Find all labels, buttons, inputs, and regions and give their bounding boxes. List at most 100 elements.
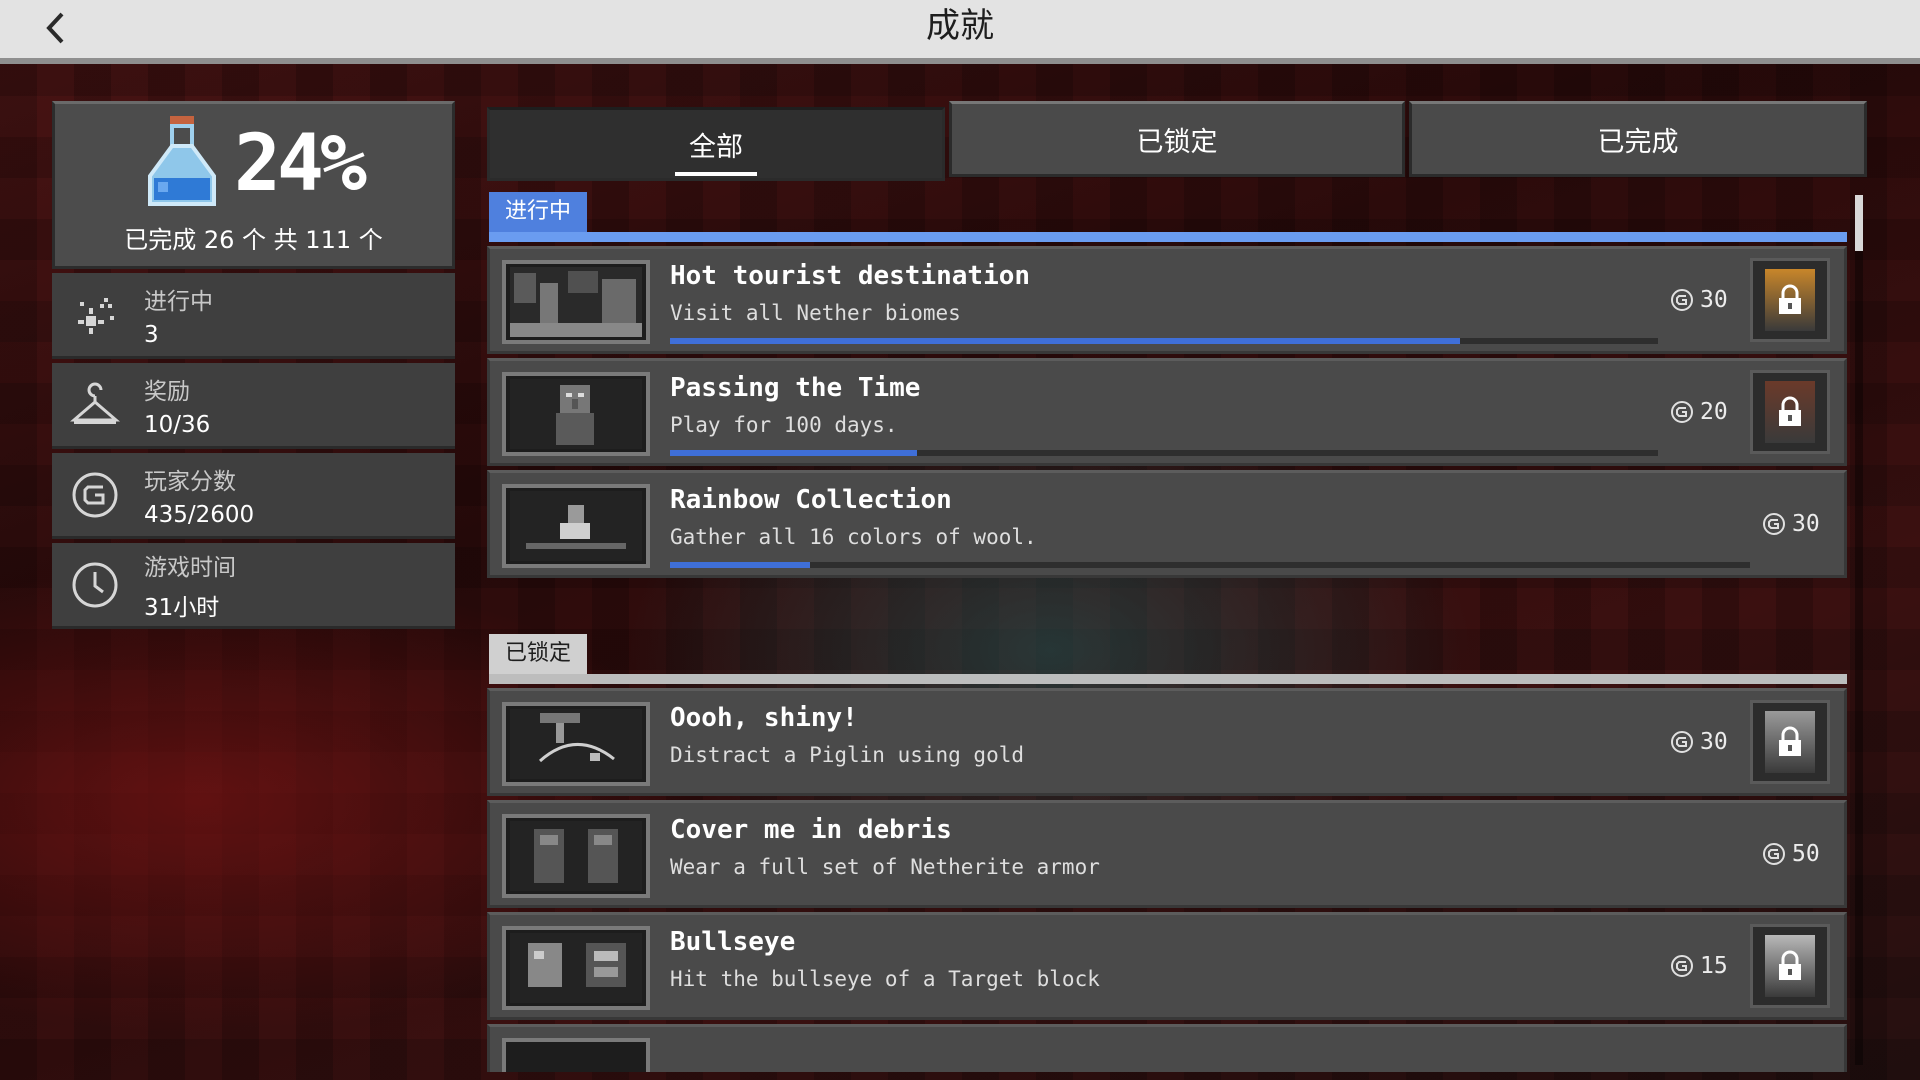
stats-panel: 24% 已完成 26 个 共 111 个 进行中 3 奖励 10/36 玩家分数… (52, 101, 455, 629)
scroll-thumb[interactable] (1855, 195, 1863, 251)
reward-preview[interactable] (1750, 700, 1830, 784)
points: 50 (1762, 803, 1820, 905)
section-locked: 已锁定 (487, 628, 1847, 684)
list-scrollbar[interactable] (1855, 195, 1863, 1065)
stat-in-progress: 进行中 3 (52, 273, 455, 359)
achievement-thumbnail (502, 814, 650, 898)
points: 30 (1670, 249, 1728, 351)
progress-bar (670, 562, 1750, 568)
achievement-item[interactable]: Oooh, shiny! Distract a Piglin using gol… (487, 688, 1847, 796)
points-value: 30 (1700, 729, 1728, 755)
points: 15 (1670, 915, 1728, 1017)
points-value: 30 (1700, 287, 1728, 313)
progress-bar (670, 450, 1658, 456)
gamerscore-icon (1671, 731, 1693, 753)
achievement-title: Passing the Time (670, 373, 921, 403)
points-value: 50 (1792, 841, 1820, 867)
achievement-thumbnail (502, 1038, 650, 1072)
piglin-gold-icon (510, 709, 642, 779)
achievement-item[interactable]: Rainbow Collection Gather all 16 colors … (487, 470, 1847, 578)
section-label: 进行中 (489, 192, 588, 232)
stat-value: 10/36 (144, 411, 211, 438)
clock-icon (72, 562, 118, 607)
points: 20 (1670, 361, 1728, 463)
reward-preview[interactable] (1750, 258, 1830, 342)
achievement-item[interactable]: Passing the Time Play for 100 days. 20 (487, 358, 1847, 466)
target-block-icon (510, 933, 642, 1003)
tab-label: 已完成 (1597, 126, 1679, 158)
section-label: 已锁定 (489, 634, 588, 674)
points-value: 15 (1700, 953, 1728, 979)
lock-icon (1779, 950, 1801, 980)
achievement-description: Distract a Piglin using gold (670, 743, 1025, 767)
gamerscore-icon (1671, 955, 1693, 977)
gamerscore-icon (72, 472, 118, 517)
points: 30 (1762, 473, 1820, 575)
sparkle-icon (78, 297, 114, 334)
tab-completed[interactable]: 已完成 (1409, 101, 1867, 177)
progress-fill (670, 450, 917, 456)
points-value: 20 (1700, 399, 1728, 425)
achievement-description: Visit all Nether biomes (670, 301, 961, 325)
achievement-item-partial[interactable] (487, 1024, 1847, 1072)
tab-label: 已锁定 (1136, 126, 1218, 158)
achievement-title: Cover me in debris (670, 815, 952, 845)
stat-gamerscore: 玩家分数 435/2600 (52, 453, 455, 539)
lock-icon (1779, 726, 1801, 756)
progress-fill (670, 562, 811, 568)
stat-label: 玩家分数 (144, 468, 236, 495)
page-title: 成就 (926, 6, 994, 46)
lock-icon (1779, 396, 1801, 426)
achievement-title: Rainbow Collection (670, 485, 952, 515)
achievement-description: Gather all 16 colors of wool. (670, 525, 1037, 549)
achievement-description: Hit the bullseye of a Target block (670, 967, 1100, 991)
reward-preview[interactable] (1750, 370, 1830, 454)
achievement-title: Hot tourist destination (670, 261, 1031, 291)
achievement-list: 进行中 Hot tourist destination Visit all Ne… (487, 186, 1847, 1072)
stat-play-time: 游戏时间 31小时 (52, 543, 455, 629)
stat-label: 游戏时间 (144, 554, 236, 581)
gamerscore-icon (1763, 513, 1785, 535)
points: 30 (1670, 691, 1728, 793)
stat-label: 奖励 (144, 378, 190, 405)
tab-label: 全部 (689, 131, 743, 163)
potion-bottle-icon (148, 115, 217, 206)
hanger-icon (70, 382, 120, 424)
achievement-item[interactable]: Bullseye Hit the bullseye of a Target bl… (487, 912, 1847, 1020)
progress-fill (670, 338, 1461, 344)
reward-preview[interactable] (1750, 924, 1830, 1008)
achievement-thumbnail (502, 484, 650, 568)
achievement-item[interactable]: Cover me in debris Wear a full set of Ne… (487, 800, 1847, 908)
stat-value: 31小时 (144, 594, 220, 621)
gamerscore-icon (1671, 289, 1693, 311)
active-tab-indicator (675, 172, 757, 176)
tab-all[interactable]: 全部 (487, 107, 945, 181)
section-in-progress: 进行中 (487, 186, 1847, 242)
points-value: 30 (1792, 511, 1820, 537)
gamerscore-icon (1763, 843, 1785, 865)
villager-icon (510, 379, 642, 449)
completion-summary: 已完成 26 个 共 111 个 (124, 225, 383, 254)
top-bar: 成就 (0, 0, 1920, 64)
achievement-description: Wear a full set of Netherite armor (670, 855, 1100, 879)
stat-value: 3 (144, 321, 159, 348)
achievement-thumbnail (502, 372, 650, 456)
stat-rewards: 奖励 10/36 (52, 363, 455, 449)
achievement-thumbnail (502, 260, 650, 344)
achievement-description: Play for 100 days. (670, 413, 898, 437)
achievement-thumbnail (502, 926, 650, 1010)
lock-icon (1779, 284, 1801, 314)
progress-bar (670, 338, 1658, 344)
completion-percent: 24% (234, 118, 367, 209)
achievement-thumbnail (502, 702, 650, 786)
nether-landscape-icon (510, 267, 642, 337)
armor-icon (510, 821, 642, 891)
stat-label: 进行中 (144, 288, 213, 315)
section-divider (489, 674, 1847, 684)
achievement-item[interactable]: Hot tourist destination Visit all Nether… (487, 246, 1847, 354)
achievement-title: Oooh, shiny! (670, 703, 858, 733)
tab-locked[interactable]: 已锁定 (949, 101, 1405, 177)
stat-value: 435/2600 (144, 501, 255, 528)
achievement-title: Bullseye (670, 927, 796, 957)
filter-tabs: 全部 已锁定 已完成 (487, 101, 1867, 181)
